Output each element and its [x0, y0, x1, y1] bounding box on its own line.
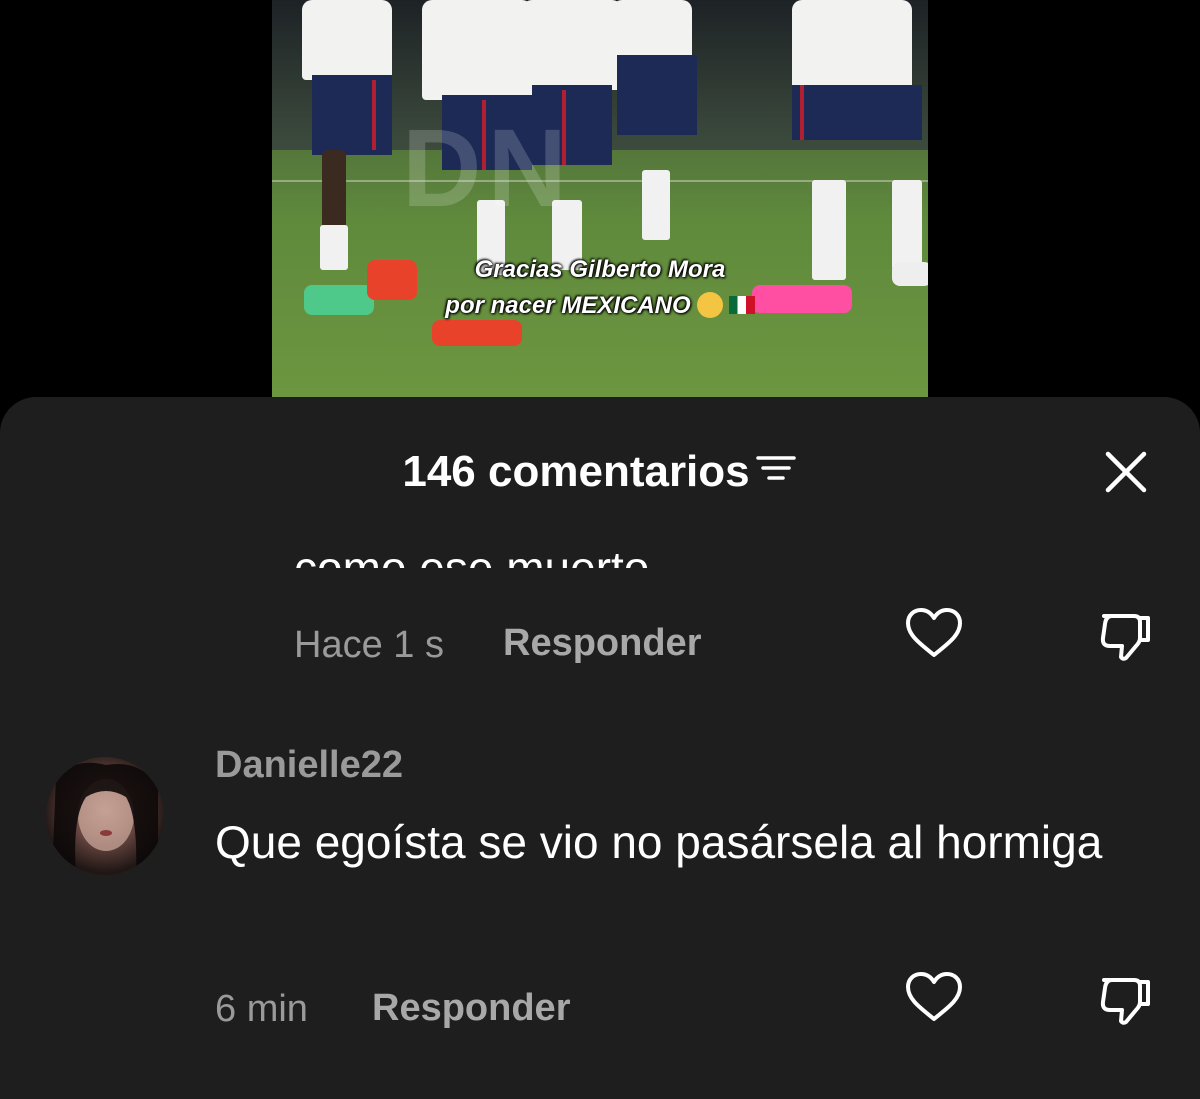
video-caption-line-2: por nacer MEXICANO: [272, 291, 928, 320]
comment-username[interactable]: Danielle22: [215, 744, 403, 787]
video-caption-line-1: Gracias Gilberto Mora: [474, 256, 726, 283]
comment-timestamp: 6 min: [215, 988, 308, 1030]
reply-button[interactable]: Responder: [372, 987, 570, 1030]
thumbs-down-icon[interactable]: [1094, 602, 1158, 666]
thumbs-down-icon[interactable]: [1094, 966, 1158, 1030]
comments-sheet: [0, 397, 1200, 1099]
heart-outline-icon[interactable]: [902, 602, 966, 666]
comment-timestamp: Hace 1 s: [294, 624, 444, 666]
video-watermark: DN: [402, 107, 573, 230]
comments-count-title: 146 comentarios: [402, 447, 750, 496]
close-icon[interactable]: [1100, 446, 1152, 498]
comment-text: como ese muerto: [294, 542, 650, 568]
mexico-flag-icon: [728, 295, 755, 314]
filter-lines-icon[interactable]: [754, 445, 798, 495]
heart-outline-icon[interactable]: [902, 966, 966, 1030]
comment-text: Que egoísta se vio no pasársela al hormi…: [215, 816, 1103, 868]
pleading-face-icon: [696, 291, 723, 318]
reply-button[interactable]: Responder: [503, 622, 701, 665]
video-player[interactable]: DN Gracias Gilberto Mora por nacer MEXIC…: [272, 0, 928, 397]
comments-header[interactable]: 146 comentarios: [0, 447, 1200, 499]
avatar[interactable]: [46, 757, 164, 875]
